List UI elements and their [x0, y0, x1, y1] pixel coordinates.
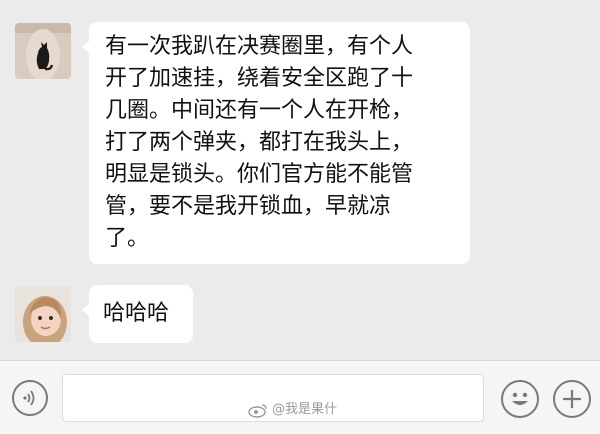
voice-icon	[23, 390, 35, 406]
message-line: 了。	[105, 226, 150, 251]
watermark: @我是果什	[248, 398, 337, 422]
girl-avatar[interactable]	[15, 286, 71, 342]
message-line: 管，要不是我开锁血，早就凉	[105, 194, 392, 219]
message-line: 几圈。中间还有一个人在开枪，	[105, 98, 414, 123]
chat-area: 有一次我趴在决赛圈里，有个人 开了加速挂，绕着安全区跑了十 几圈。中间还有一个人…	[0, 0, 600, 360]
input-bar	[0, 360, 600, 434]
cat-tattoo-image	[15, 23, 71, 79]
weibo-icon	[248, 404, 267, 418]
cat-avatar[interactable]	[15, 23, 71, 79]
smiley-icon	[512, 392, 528, 405]
message-line: 有一次我趴在决赛圈里，有个人	[105, 34, 414, 59]
plus-icon	[563, 390, 581, 408]
voice-button[interactable]	[12, 380, 48, 416]
message-line: 开了加速挂，绕着安全区跑了十	[105, 66, 414, 91]
message-line: 明显是锁头。你们官方能不能管	[105, 162, 414, 187]
message-text: 哈哈哈	[103, 301, 170, 326]
message-bubble[interactable]: 哈哈哈	[82, 285, 193, 343]
emoji-button[interactable]	[501, 380, 539, 418]
more-button[interactable]	[553, 380, 591, 418]
message-bubble[interactable]: 有一次我趴在决赛圈里，有个人 开了加速挂，绕着安全区跑了十 几圈。中间还有一个人…	[82, 22, 470, 264]
watermark-text: @我是果什	[272, 402, 338, 417]
message-line: 打了两个弹夹，都打在我头上，	[105, 130, 414, 155]
girl-photo	[15, 286, 71, 342]
